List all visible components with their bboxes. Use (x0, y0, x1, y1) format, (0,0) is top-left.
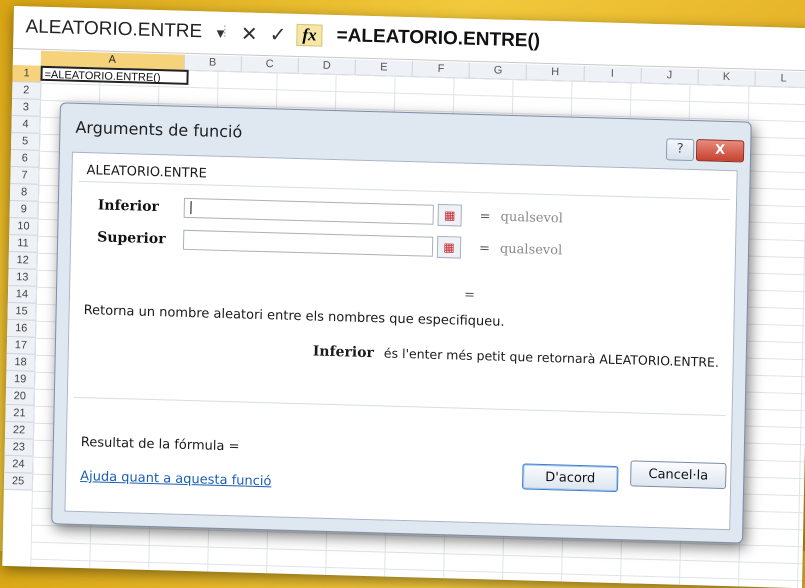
row-header[interactable]: 17 (6, 336, 36, 355)
row-header[interactable]: 16 (7, 319, 36, 338)
spreadsheet-window: ALEATORIO.ENTRE ▼ ⁞ ✕ ✓ fx =ALEATORIO.EN… (2, 6, 805, 588)
help-icon[interactable]: ? (665, 138, 695, 162)
dialog-title: Arguments de funció (75, 117, 243, 142)
formula-input[interactable]: =ALEATORIO.ENTRE() (336, 25, 540, 53)
collapse-dialog-icon[interactable]: ▦ (436, 235, 462, 259)
argument-description: Inferior és l'enter més petit que retorna… (313, 343, 719, 370)
row-header[interactable]: 20 (5, 387, 34, 406)
row-header[interactable]: 18 (6, 353, 35, 372)
close-button[interactable]: X (695, 139, 745, 163)
column-header[interactable]: H (526, 64, 585, 81)
row-header[interactable]: 24 (4, 455, 33, 474)
argument-label: Inferior (97, 197, 160, 216)
insert-function-icon[interactable]: fx (296, 23, 323, 47)
row-header[interactable]: 12 (8, 251, 37, 270)
argument-label: Superior (97, 229, 166, 248)
ok-button[interactable]: D'acord (521, 463, 619, 493)
equals-sign: = (478, 240, 491, 256)
row-header[interactable]: 6 (10, 149, 39, 168)
superior-input[interactable] (182, 229, 434, 257)
argument-value: qualsevol (499, 241, 563, 258)
column-header[interactable]: G (469, 62, 528, 80)
row-header[interactable]: 11 (8, 234, 38, 253)
formula-result: Resultat de la fórmula = (80, 435, 240, 455)
argument-description-name: Inferior (312, 343, 375, 362)
row-header[interactable]: 25 (3, 472, 33, 491)
function-description: Retorna un nombre aleatori entre els nom… (83, 303, 505, 330)
argument-description-text: és l'enter més petit que retornarà ALEAT… (383, 345, 720, 370)
row-header[interactable]: 21 (5, 404, 34, 423)
divider (73, 396, 726, 417)
argument-value: qualsevol (500, 209, 564, 226)
function-arguments-dialog: Arguments de funció ? X ALEATORIO.ENTRE … (51, 102, 752, 544)
row-header[interactable]: 1 (12, 64, 41, 83)
column-header[interactable]: J (641, 67, 699, 85)
dialog-body: ALEATORIO.ENTRE Inferior | ▦ = qualsevol… (64, 151, 738, 531)
row-header[interactable]: 3 (11, 98, 41, 117)
row-header[interactable]: 4 (11, 115, 40, 134)
cancel-icon[interactable]: ✕ (241, 21, 258, 46)
row-header[interactable]: 5 (10, 132, 40, 151)
column-header[interactable]: B (184, 54, 242, 72)
row-header[interactable]: 13 (8, 268, 37, 287)
column-header[interactable]: K (698, 69, 756, 86)
active-cell-a1[interactable]: =ALEATORIO.ENTRE() (40, 65, 189, 85)
function-name: ALEATORIO.ENTRE (86, 163, 207, 182)
row-header[interactable]: 23 (4, 438, 33, 457)
column-header[interactable]: L (755, 70, 805, 88)
column-header[interactable]: I (584, 65, 642, 83)
row-header[interactable]: 10 (9, 217, 38, 236)
name-box[interactable]: ALEATORIO.ENTRE ▼ (13, 11, 227, 48)
collapse-dialog-icon[interactable]: ▦ (437, 203, 462, 227)
row-header[interactable]: 7 (10, 166, 39, 185)
enter-icon[interactable]: ✓ (269, 22, 286, 47)
row-header[interactable]: 8 (9, 183, 39, 202)
column-header[interactable]: D (298, 57, 357, 75)
formula-bar-divider: ⁞ (222, 23, 228, 41)
equals-sign: = (479, 208, 491, 224)
row-header[interactable]: 19 (5, 370, 35, 389)
column-header[interactable]: F (412, 61, 471, 78)
row-header[interactable]: 9 (9, 200, 38, 219)
name-box-value: ALEATORIO.ENTRE (25, 16, 203, 43)
row-header[interactable]: 22 (4, 421, 34, 440)
function-result-equals: = (463, 287, 476, 303)
cancel-button[interactable]: Cancel·la (630, 460, 727, 490)
row-header[interactable]: 14 (7, 285, 37, 304)
inferior-input[interactable]: | (183, 197, 434, 225)
row-header[interactable]: 2 (12, 81, 41, 100)
row-header[interactable]: 15 (7, 302, 36, 321)
column-header[interactable]: C (241, 56, 299, 73)
column-header[interactable]: E (355, 59, 414, 77)
help-link[interactable]: Ajuda quant a aquesta funció (80, 469, 272, 489)
